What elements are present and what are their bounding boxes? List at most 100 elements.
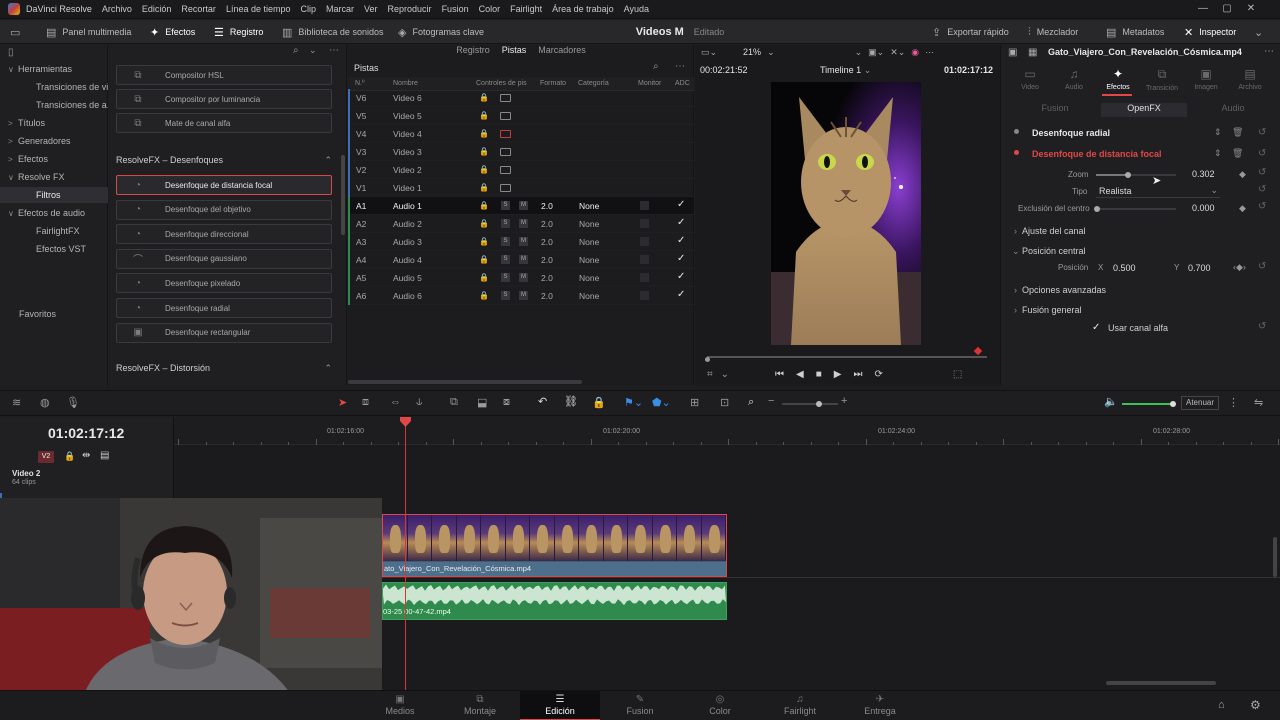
monitor-checkbox[interactable] — [640, 219, 649, 228]
minimize-icon[interactable]: — — [1196, 3, 1210, 15]
track-lock-icon[interactable]: 🔒 — [479, 183, 489, 192]
timeline-zoom-knob[interactable] — [816, 401, 822, 407]
keyframe-nav-icon[interactable]: ‹◆› — [1233, 262, 1246, 273]
zoom-full-icon[interactable]: ⊞ — [690, 396, 699, 409]
search-icon[interactable]: ⌕ — [293, 45, 299, 56]
track-video-toggle-icon[interactable] — [500, 112, 511, 120]
play-reverse-icon[interactable]: ◀ — [796, 369, 804, 380]
col-controls[interactable]: Controles de pis — [476, 80, 527, 87]
tab-registro[interactable]: Registro — [456, 45, 490, 59]
effect-enable-dot[interactable] — [1014, 129, 1019, 134]
sidebar-item-t-tulos[interactable]: > Títulos — [0, 115, 108, 131]
effect-card[interactable]: ⧉ Compositor por luminancia — [116, 89, 332, 109]
center-exclusion-slider[interactable] — [1094, 206, 1176, 212]
col-number[interactable]: N.º — [355, 80, 365, 87]
master-volume-slider[interactable] — [1122, 401, 1176, 407]
col-category[interactable]: Categoría — [578, 80, 609, 87]
sidebar-item-efectos-de-audio[interactable]: ∨ Efectos de audio — [0, 205, 108, 221]
page-tab-edición[interactable]: ☰ Edición — [520, 691, 600, 720]
track-row[interactable]: A2 Audio 2 🔒 S M 2.0 None ✓ — [348, 215, 694, 233]
tab-marcadores[interactable]: Marcadores — [538, 45, 586, 59]
effects-button[interactable]: ✦ Efectos — [150, 20, 195, 44]
volume-knob[interactable] — [1170, 401, 1176, 407]
menu-item[interactable]: Fairlight — [510, 4, 542, 14]
close-icon[interactable]: ✕ — [1244, 3, 1258, 15]
reorder-icon[interactable]: ⇕ — [1214, 148, 1222, 159]
mute-button[interactable]: M — [519, 273, 528, 282]
dynamic-trim-icon[interactable]: ⇔ — [390, 396, 401, 408]
blade-tool-icon[interactable]: ⫝ — [416, 396, 423, 409]
track-row[interactable]: V2 Video 2 🔒 — [348, 161, 694, 179]
mute-button[interactable]: M — [519, 219, 528, 228]
viewer-mode-icon[interactable]: ▣⌄ — [868, 47, 884, 58]
track-lock-icon[interactable]: 🔒 — [479, 237, 489, 246]
track-category[interactable]: None — [579, 291, 599, 301]
section-blur-header[interactable]: ResolveFX – Desenfoques ⌃ — [116, 155, 332, 165]
track-row[interactable]: V5 Video 5 🔒 — [348, 107, 694, 125]
page-tab-fairlight[interactable]: ♫ Fairlight — [760, 691, 840, 720]
timeline-zoom-slider[interactable] — [782, 401, 838, 407]
effect-enable-dot[interactable] — [1014, 150, 1019, 155]
timeline-ruler[interactable]: 01:02:16:00 01:02:20:00 01:02:24:00 01:02:2… — [174, 417, 1280, 445]
inspector-subtab-audio[interactable]: Audio — [1190, 103, 1276, 117]
more-options-icon[interactable]: ⋯ — [329, 45, 339, 56]
effect-card[interactable]: ◔ Desenfoque radial — [116, 298, 332, 318]
monitor-checkbox[interactable] — [640, 237, 649, 246]
tracks-hscrollbar[interactable] — [348, 380, 582, 384]
col-adc[interactable]: ADC — [675, 80, 690, 87]
advanced-options-section[interactable]: › Opciones avanzadas — [1002, 282, 1280, 300]
page-tab-entrega[interactable]: ✈ Entrega — [840, 691, 920, 720]
transform-icon[interactable]: ✕⌄ — [890, 47, 905, 58]
mute-button[interactable]: M — [519, 255, 528, 264]
solo-button[interactable]: S — [501, 201, 510, 210]
track-badge-v2[interactable]: V2 — [38, 451, 54, 463]
monitor-checkbox[interactable] — [640, 255, 649, 264]
timeline-hscrollbar[interactable] — [1106, 681, 1216, 685]
track-lock-icon[interactable]: 🔒 — [479, 147, 489, 156]
audio-meter-icon[interactable]: ◍ — [40, 396, 50, 409]
toolbar-sidebar-toggle[interactable]: ▭ — [10, 20, 20, 44]
track-category[interactable]: None — [579, 201, 599, 211]
more-options-icon[interactable]: ⋯ — [675, 61, 685, 72]
monitor-checkbox[interactable] — [640, 201, 649, 210]
inspector-subtab-fusion[interactable]: Fusion — [1012, 103, 1098, 117]
sidebar-item-filtros[interactable]: Filtros — [0, 187, 108, 203]
track-lock-icon[interactable]: 🔒 — [479, 255, 489, 264]
track-category[interactable]: None — [579, 219, 599, 229]
track-row[interactable]: V6 Video 6 🔒 — [348, 89, 694, 107]
adc-checkmark-icon[interactable]: ✓ — [677, 217, 685, 228]
mic-icon[interactable]: 🎙 — [66, 396, 80, 409]
section-distortion-header[interactable]: ResolveFX – Distorsión ⌃ — [116, 363, 332, 373]
inspector-tab-archivo[interactable]: ▤ Archivo — [1230, 67, 1270, 91]
type-dropdown[interactable]: Realista ⌄ — [1096, 184, 1220, 198]
menu-item[interactable]: Archivo — [102, 4, 132, 14]
adc-checkmark-icon[interactable]: ✓ — [677, 289, 685, 300]
monitor-checkbox[interactable] — [640, 291, 649, 300]
zoom-in-icon[interactable]: + — [841, 395, 847, 407]
favorites-header[interactable]: Favoritos — [0, 306, 108, 322]
sidebar-item-transiciones-de-vi-[interactable]: Transiciones de vi... — [0, 79, 108, 95]
monitor-checkbox[interactable] — [640, 273, 649, 282]
track-row[interactable]: A1 Audio 1 🔒 S M 2.0 None ✓ — [348, 197, 694, 215]
track-row[interactable]: V3 Video 3 🔒 — [348, 143, 694, 161]
play-icon[interactable]: ▶ — [834, 369, 842, 380]
loop-icon[interactable]: ⟳ — [874, 369, 882, 380]
channel-adjust-section[interactable]: › Ajuste del canal — [1002, 223, 1280, 241]
track-lock-icon[interactable]: 🔒 — [64, 451, 75, 462]
adc-checkmark-icon[interactable]: ✓ — [677, 253, 685, 264]
inspector-button[interactable]: ✕ Inspector — [1184, 20, 1236, 44]
crop-icon[interactable]: ⌗ — [707, 369, 713, 380]
menu-item[interactable]: Edición — [142, 4, 172, 14]
track-video-toggle-icon[interactable] — [500, 94, 511, 102]
track-category[interactable]: None — [579, 273, 599, 283]
overwrite-clip-icon[interactable]: ⬓ — [477, 396, 487, 409]
match-frame-icon[interactable]: ⬚ — [953, 369, 962, 380]
maximize-icon[interactable]: ▢ — [1220, 3, 1234, 15]
track-row[interactable]: A4 Audio 4 🔒 S M 2.0 None ✓ — [348, 251, 694, 269]
chevron-down-icon[interactable]: ⌄ — [309, 45, 317, 56]
track-lock-icon[interactable]: 🔒 — [479, 273, 489, 282]
menu-item[interactable]: Clip — [300, 4, 316, 14]
track-lock-icon[interactable]: 🔒 — [479, 291, 489, 300]
inspector-tab-efectos[interactable]: ✦ Efectos — [1098, 67, 1138, 91]
mute-button[interactable]: M — [519, 201, 528, 210]
